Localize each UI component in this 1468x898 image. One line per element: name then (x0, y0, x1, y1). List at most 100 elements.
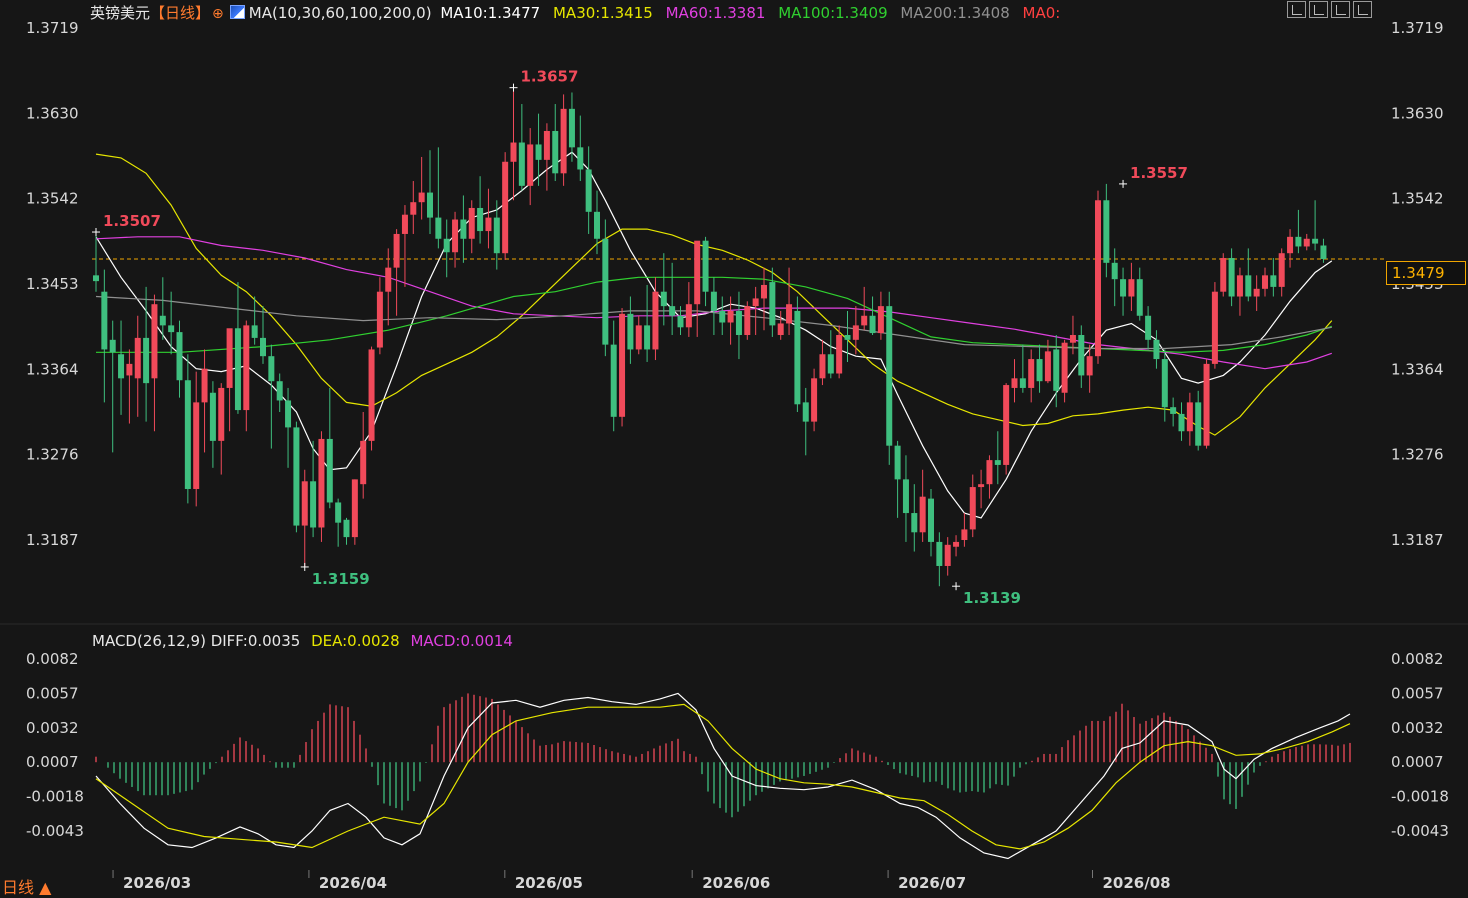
candle-body (735, 310, 742, 336)
candle-body (1211, 291, 1218, 364)
candle-body (1019, 378, 1026, 388)
candle-body (1220, 258, 1227, 292)
settings-icon[interactable]: ⊕ (212, 6, 224, 22)
candle-body (1111, 262, 1118, 280)
candle-body (184, 380, 191, 489)
ma100-value: MA100:1.3409 (778, 4, 888, 22)
x-tick-label: 2026/04 (319, 874, 387, 892)
candle-body (894, 445, 901, 480)
macd-diff-value: DIFF:0.0035 (210, 632, 301, 650)
y-tick-label-left: 1.3187 (26, 531, 79, 549)
candle-body (844, 335, 851, 340)
macd-name[interactable]: MACD(26,12,9) (92, 632, 206, 650)
candle-body (552, 130, 559, 174)
candle-body (326, 438, 333, 503)
candle-body (368, 349, 375, 441)
candle-body (410, 202, 417, 215)
candle-body (660, 291, 667, 307)
candle-body (1011, 378, 1018, 388)
macd-y-tick-left: 0.0032 (26, 719, 79, 737)
macd-macd-value: MACD:0.0014 (410, 632, 513, 650)
candle-body (568, 108, 575, 148)
candle-body (877, 306, 884, 334)
y-tick-label-right: 1.3364 (1391, 361, 1444, 379)
candle-body (994, 460, 1001, 465)
candle-body (1003, 385, 1010, 465)
candle-body (1095, 200, 1101, 357)
chart-canvas[interactable]: 1.3719 1.3719 1.3630 1.3630 1.3542 1.3542 1.34… (0, 0, 1468, 896)
macd-diff-line (95, 692, 1351, 860)
ma200-value: MA200:1.3408 (900, 4, 1010, 22)
chart-header: 英镑美元【日线】 ⊕ MA(10,30,60,100,200,0) MA10:1.3… (90, 2, 1060, 23)
candle-body (251, 325, 258, 338)
candle-body (1053, 349, 1060, 391)
fullscreen-icon[interactable] (1331, 1, 1350, 18)
candle-body (1120, 279, 1127, 297)
y-tick-label-right: 1.3542 (1391, 189, 1444, 207)
candle-body (109, 339, 116, 353)
candle-body (468, 207, 475, 239)
indicator-icon[interactable] (229, 5, 245, 19)
period-selector[interactable]: 日线 ▲ (2, 874, 51, 898)
extreme-label: 1.3507 (103, 212, 161, 230)
candle-body (543, 130, 550, 160)
candle-body (477, 207, 484, 232)
x-tick-label: 2026/05 (515, 874, 583, 892)
y-tick-label-left: 1.3542 (26, 189, 79, 207)
ma0-value: MA0: (1022, 4, 1061, 22)
candle-body (677, 315, 684, 328)
candle-body (502, 161, 509, 254)
candle-body (811, 378, 818, 422)
candle-body (510, 142, 517, 162)
macd-y-tick-left: 0.0057 (26, 684, 79, 702)
candle-body (1245, 275, 1252, 297)
symbol-name[interactable]: 英镑美元 (90, 4, 150, 22)
current-price-tag: 1.3479 (1386, 261, 1466, 285)
ma-config[interactable]: MA(10,30,60,100,200,0) (249, 4, 432, 22)
candle-body (351, 479, 358, 538)
candle-body (694, 240, 701, 305)
candle-body (1128, 279, 1135, 297)
macd-y-tick-right: -0.0043 (1391, 822, 1449, 840)
candle-body (1303, 238, 1310, 247)
period-tag[interactable]: 【日线】 (150, 4, 210, 22)
candle-body (769, 282, 776, 326)
grid-icon[interactable] (1287, 1, 1306, 18)
extreme-label: 1.3139 (963, 589, 1021, 607)
candle-body (1195, 402, 1202, 446)
y-tick-label-right: 1.3719 (1391, 19, 1444, 37)
candle-body (126, 363, 133, 376)
candle-body (385, 267, 392, 292)
candle-body (953, 541, 960, 547)
candle-body (1028, 359, 1035, 388)
y-tick-label-left: 1.3364 (26, 361, 79, 379)
candle-body (861, 315, 868, 326)
candle-body (936, 541, 943, 566)
prev-icon[interactable] (1353, 1, 1372, 18)
ma10-value: MA10:1.3477 (440, 4, 541, 22)
candle-body (118, 354, 125, 379)
candle-body (527, 144, 534, 186)
candle-body (151, 304, 158, 379)
candle-body (1178, 413, 1185, 432)
candle-body (1103, 200, 1110, 263)
x-tick-label: 2026/07 (898, 874, 966, 892)
candle-body (777, 323, 784, 336)
candle-body (986, 460, 993, 485)
panel-icon[interactable] (1309, 1, 1328, 18)
candle-body (343, 519, 350, 538)
candle-body (1170, 407, 1177, 414)
candle-body (752, 298, 759, 307)
candle-body (911, 513, 918, 533)
candle-body (143, 337, 150, 384)
candle-body (702, 240, 709, 292)
candle-body (727, 310, 734, 323)
candle-body (318, 438, 325, 528)
candle-body (101, 291, 108, 350)
macd-y-tick-right: 0.0007 (1391, 753, 1444, 771)
candle-body (260, 337, 266, 357)
y-tick-label-left: 1.3276 (26, 445, 79, 463)
candle-body (852, 325, 859, 340)
candle-body (869, 315, 876, 334)
candle-body (93, 275, 99, 282)
